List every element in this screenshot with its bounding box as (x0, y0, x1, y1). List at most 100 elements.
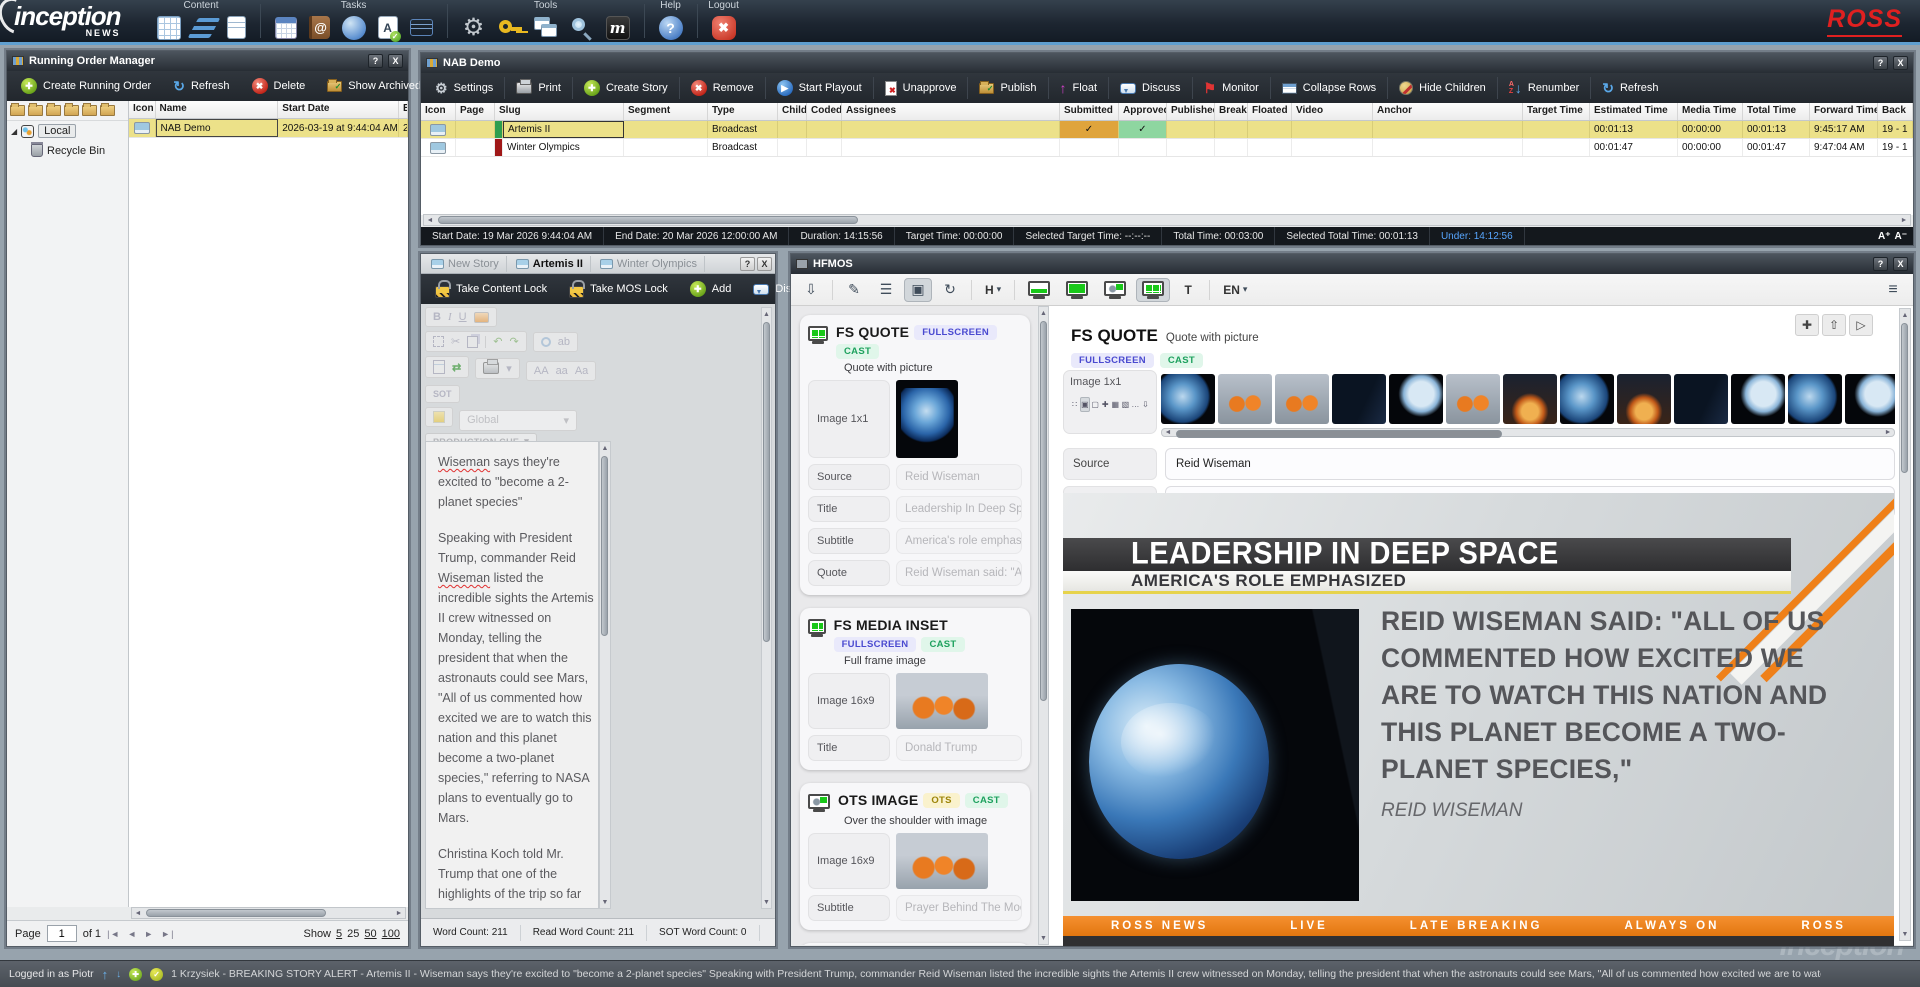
column-header[interactable]: Assignees (842, 103, 1060, 120)
template-card-fs-media-inset[interactable]: FS MEDIA INSET FULLSCREEN CAST Full fram… (800, 608, 1030, 770)
template-card-ots-image[interactable]: OTS IMAGE OTS CAST Over the shoulder wit… (800, 783, 1030, 930)
italic-button[interactable]: I (448, 311, 452, 323)
scroll-up-icon[interactable]: ▲ (602, 442, 609, 454)
editor-print-button[interactable] (483, 362, 499, 374)
scroll-right-icon[interactable]: ► (1882, 429, 1894, 436)
field-value[interactable]: Donald Trump (896, 735, 1022, 761)
story-close-button[interactable]: X (757, 257, 772, 271)
monitor-button[interactable]: ⚑Monitor (1193, 73, 1270, 103)
replace-button[interactable]: ab (558, 336, 570, 348)
tree-node-local[interactable]: ◢ Local (7, 121, 128, 141)
form-run-button[interactable]: ▷ (1849, 314, 1873, 336)
windows-icon[interactable] (534, 17, 558, 39)
rundown-close-button[interactable]: X (1893, 56, 1908, 70)
field-value[interactable]: Leadership In Deep Space (896, 496, 1022, 522)
font-decrease-button[interactable]: A⁻ (1895, 231, 1908, 242)
show-archived-button[interactable]: ✓Show Archived (316, 71, 432, 101)
note-button[interactable] (433, 411, 445, 423)
float-button[interactable]: ↑Float (1049, 73, 1108, 103)
column-header[interactable]: Floated (1248, 103, 1292, 120)
first-page-button[interactable]: |◄ (107, 929, 120, 939)
help-icon[interactable]: ? (659, 16, 683, 40)
media-thumbnail[interactable] (1845, 374, 1895, 424)
rundown-refresh-button[interactable]: ↻Refresh (1591, 73, 1669, 103)
filter-lowerthird-button[interactable] (1022, 278, 1056, 302)
column-header[interactable]: Published (1167, 103, 1215, 120)
font-increase-button[interactable]: A⁺ (1878, 231, 1891, 242)
page-input[interactable] (47, 925, 77, 942)
media-thumbnail[interactable] (1446, 374, 1500, 424)
publish-button[interactable]: ✓Publish (968, 73, 1047, 103)
find-button[interactable] (541, 337, 551, 347)
column-header[interactable]: Submitted (1060, 103, 1119, 120)
calendar-icon[interactable] (275, 17, 297, 39)
media-thumbnail[interactable] (1332, 374, 1386, 424)
edit-folder-icon[interactable] (28, 105, 43, 116)
edit-button[interactable]: ✎ (840, 278, 868, 302)
language-dropdown[interactable]: EN▾ (1217, 278, 1253, 302)
frame-icon[interactable]: ▢ (1091, 397, 1100, 412)
column-header[interactable]: Back (1878, 103, 1913, 120)
hfmos-refresh-button[interactable]: ↻ (936, 278, 964, 302)
column-header[interactable]: Child (778, 103, 807, 120)
cut-button[interactable]: ✂ (451, 335, 460, 348)
image-thumbnail[interactable] (896, 380, 958, 458)
column-header[interactable]: Forward Time (1810, 103, 1878, 120)
scroll-up-icon[interactable]: ▲ (1040, 307, 1047, 319)
fit-view-button[interactable]: ⇄ (452, 361, 461, 374)
tree-node-recycle-bin[interactable]: Recycle Bin (7, 141, 128, 160)
settings-gear-icon[interactable]: ⚙ (462, 16, 486, 40)
story-panel-scrollbar[interactable]: ▲ ▼ (761, 307, 772, 909)
delete-folder-icon[interactable] (46, 105, 61, 116)
column-header[interactable]: Name (156, 101, 279, 118)
rundown-help-button[interactable]: ? (1873, 56, 1888, 70)
field-value[interactable]: America's role emphasized (896, 528, 1022, 554)
script-view-button[interactable] (433, 360, 445, 374)
hfmos-help-button[interactable]: ? (1873, 257, 1888, 271)
heading-dropdown[interactable]: H▾ (979, 278, 1007, 302)
insert-image-button[interactable] (474, 312, 489, 323)
media-thumbnail[interactable] (1560, 374, 1614, 424)
slug-cell[interactable]: Artemis II (503, 121, 624, 138)
field-value[interactable]: Reid Wiseman said: "All of us commented (896, 560, 1022, 586)
clock-icon[interactable] (342, 16, 366, 40)
drag-handle-icon[interactable]: ∷ (1070, 397, 1079, 412)
bold-button[interactable]: B (433, 311, 441, 323)
collapse-rows-button[interactable]: Collapse Rows (1271, 73, 1387, 103)
scroll-up-icon[interactable]: ▲ (1902, 309, 1909, 321)
mos-icon[interactable]: m (606, 16, 630, 40)
media-thumbnail[interactable] (1731, 374, 1785, 424)
image-edit-button[interactable]: ▣ (904, 278, 932, 302)
create-story-button[interactable]: ✚Create Story (573, 73, 679, 103)
scroll-down-icon[interactable]: ▼ (1040, 932, 1047, 944)
media-thumbnail[interactable] (1389, 374, 1443, 424)
page-size-50[interactable]: 50 (364, 928, 376, 940)
slug-cell[interactable]: Winter Olympics (503, 139, 624, 156)
column-header[interactable]: Segment (624, 103, 708, 120)
media-thumbnail[interactable] (1788, 374, 1842, 424)
field-value[interactable]: Prayer Behind The Moon (896, 895, 1022, 921)
redo-button[interactable]: ↷ (509, 335, 518, 348)
filter-fullscreen-button[interactable] (1060, 278, 1094, 302)
form-scrollbar[interactable]: ▲ ▼ (1899, 308, 1911, 941)
column-header[interactable]: Start Date (278, 101, 399, 118)
source-input[interactable]: Reid Wiseman (1165, 448, 1895, 480)
text-mode-button[interactable]: T (1174, 278, 1202, 302)
scroll-right-icon[interactable]: ► (393, 910, 405, 917)
media-thumbnail[interactable] (1161, 374, 1215, 424)
column-header[interactable]: Approved (1119, 103, 1167, 120)
rom-delete-button[interactable]: ✖Delete (241, 71, 317, 101)
page-size-25[interactable]: 25 (347, 928, 359, 940)
column-header[interactable]: Break (1215, 103, 1248, 120)
page-size-100[interactable]: 100 (382, 928, 400, 940)
scroll-left-icon[interactable]: ◄ (424, 217, 436, 224)
more-options-icon[interactable]: … (1131, 397, 1140, 412)
table-row[interactable]: Artemis II Broadcast ✓ ✓ 00:01:13 00:00:… (421, 121, 1913, 139)
renumber-button[interactable]: AZ↓Renumber (1498, 73, 1590, 103)
start-playout-button[interactable]: ▶Start Playout (766, 73, 873, 103)
tab-artemis-ii[interactable]: Artemis II (509, 256, 591, 272)
download-image-icon[interactable]: ⇩ (1141, 397, 1150, 412)
field-value[interactable]: Reid Wiseman (896, 464, 1022, 490)
filter-ots-button[interactable] (1098, 278, 1132, 302)
contacts-icon[interactable]: @ (309, 16, 330, 39)
